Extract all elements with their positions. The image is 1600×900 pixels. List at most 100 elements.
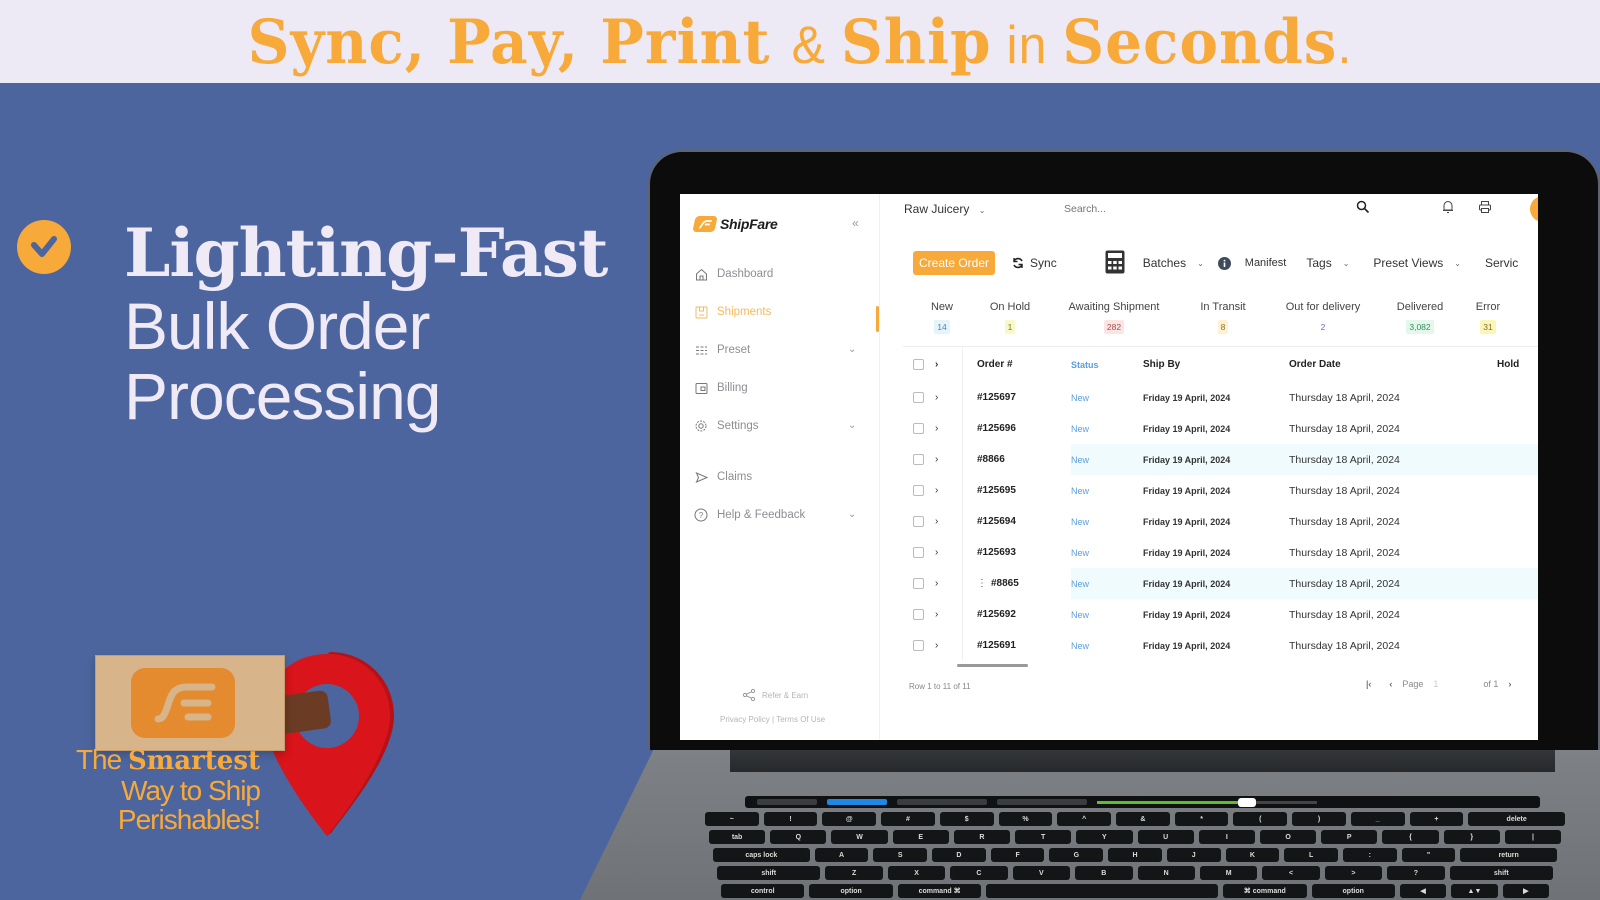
order-number[interactable]: #125694	[963, 516, 1071, 527]
expand-row-icon[interactable]: ›	[935, 423, 945, 434]
key[interactable]: I	[1198, 830, 1255, 844]
key[interactable]: R	[953, 830, 1011, 844]
key[interactable]: ◀	[1399, 884, 1447, 898]
key[interactable]: V	[1012, 866, 1071, 880]
privacy-policy-link[interactable]: Privacy Policy	[720, 715, 770, 724]
expand-row-icon[interactable]: ›	[935, 547, 945, 558]
expand-row-icon[interactable]: ›	[935, 392, 945, 403]
key[interactable]: B	[1075, 866, 1133, 880]
sidebar-item-claims[interactable]: Claims	[694, 470, 752, 484]
col-status[interactable]: Status	[1071, 360, 1143, 370]
key[interactable]: X	[887, 866, 946, 880]
key[interactable]: C	[950, 866, 1008, 880]
drag-handle-icon[interactable]: ⋮	[977, 578, 987, 589]
key[interactable]: delete	[1468, 812, 1566, 826]
touch-bar[interactable]	[745, 796, 1540, 808]
table-row[interactable]: › #125692 New Friday 19 April, 2024 Thursday…	[903, 599, 1538, 630]
key[interactable]: E	[892, 830, 949, 844]
expand-row-icon[interactable]: ›	[935, 454, 945, 465]
key[interactable]: ?	[1387, 866, 1445, 880]
key[interactable]: K	[1225, 848, 1280, 862]
expand-row-icon[interactable]: ›	[935, 640, 945, 651]
key[interactable]: option	[809, 884, 893, 898]
key[interactable]: )	[1292, 812, 1346, 826]
key[interactable]: A	[814, 848, 869, 862]
user-avatar[interactable]	[1530, 196, 1538, 222]
key[interactable]: command ⌘	[897, 884, 982, 898]
expand-row-icon[interactable]: ›	[935, 609, 945, 620]
key[interactable]: ~	[704, 812, 759, 826]
order-number[interactable]: ⋮ #8865	[963, 578, 1071, 589]
key[interactable]: *	[1174, 812, 1229, 826]
collapse-sidebar-icon[interactable]: «	[852, 216, 859, 230]
row-checkbox[interactable]	[913, 578, 924, 589]
chevron-down-icon[interactable]: ⌄	[848, 509, 856, 520]
key[interactable]: return	[1460, 848, 1558, 862]
key[interactable]: ⌘ command	[1223, 884, 1307, 898]
select-all-checkbox[interactable]	[913, 359, 924, 370]
status-tab-error[interactable]: Error 31	[1462, 301, 1514, 334]
table-row[interactable]: › #125694 New Friday 19 April, 2024 Thursday…	[903, 506, 1538, 537]
row-checkbox[interactable]	[913, 516, 924, 527]
col-hold[interactable]: Hold	[1497, 359, 1537, 370]
key[interactable]: tab	[708, 830, 766, 844]
key[interactable]: H	[1108, 848, 1162, 862]
key[interactable]: caps lock	[712, 848, 810, 862]
key[interactable]: +	[1409, 812, 1464, 826]
key[interactable]: ▶	[1502, 884, 1550, 898]
key[interactable]: :	[1342, 848, 1397, 862]
touchbar-slider[interactable]	[1097, 797, 1317, 807]
next-page-icon[interactable]: ›	[1508, 679, 1511, 689]
table-row[interactable]: › #8866 New Friday 19 April, 2024 Thursday 1…	[903, 444, 1538, 475]
table-row[interactable]: › ⋮ #8865 New Friday 19 April, 2024 Thursday …	[903, 568, 1538, 599]
order-number[interactable]: #125695	[963, 485, 1071, 496]
status-tab-awaiting-shipment[interactable]: Awaiting Shipment 282	[1050, 301, 1178, 334]
key[interactable]: option	[1311, 884, 1395, 898]
horizontal-scrollbar[interactable]	[957, 664, 1028, 667]
touchbar-cancel-button[interactable]	[757, 799, 817, 805]
key[interactable]: L	[1284, 848, 1338, 862]
tags-dropdown[interactable]: Tags ⌄	[1306, 256, 1349, 270]
store-selector[interactable]: Raw Juicery ⌄	[904, 202, 985, 216]
key[interactable]: >	[1324, 866, 1383, 880]
key[interactable]: }	[1443, 830, 1500, 844]
key[interactable]: !	[763, 812, 818, 826]
sync-button[interactable]: Sync	[1011, 256, 1057, 270]
key[interactable]: W	[831, 830, 888, 844]
sidebar-item-shipments[interactable]: Shipments	[694, 305, 771, 319]
sidebar-item-preset[interactable]: Preset	[694, 343, 750, 357]
row-checkbox[interactable]	[913, 392, 924, 403]
refer-earn-link[interactable]: Refer & Earn	[742, 688, 808, 702]
expand-all-icon[interactable]: ›	[935, 359, 945, 370]
first-page-icon[interactable]: |‹	[1366, 679, 1371, 689]
table-row[interactable]: › #125691 New Friday 19 April, 2024 Thursday…	[903, 630, 1538, 661]
row-checkbox[interactable]	[913, 423, 924, 434]
key[interactable]	[986, 884, 1219, 898]
calculator-icon[interactable]	[1105, 250, 1125, 277]
row-checkbox[interactable]	[913, 640, 924, 651]
printer-icon[interactable]	[1478, 200, 1492, 217]
key[interactable]: "	[1401, 848, 1456, 862]
row-checkbox[interactable]	[913, 485, 924, 496]
touchbar-memorable-button[interactable]	[997, 799, 1087, 805]
touchbar-random-button[interactable]	[897, 799, 987, 805]
order-number[interactable]: #125692	[963, 609, 1071, 620]
col-order[interactable]: Order #	[963, 359, 1071, 370]
order-number[interactable]: #8866	[963, 454, 1071, 465]
key[interactable]: Z	[825, 866, 883, 880]
key[interactable]: #	[881, 812, 935, 826]
batches-dropdown[interactable]: Batches ⌄	[1143, 256, 1204, 270]
key[interactable]: <	[1262, 866, 1320, 880]
key[interactable]: &	[1116, 812, 1170, 826]
sidebar-item-settings[interactable]: Settings	[694, 419, 759, 433]
expand-row-icon[interactable]: ›	[935, 516, 945, 527]
key[interactable]: (	[1233, 812, 1288, 826]
key[interactable]: O	[1259, 830, 1317, 844]
create-order-button[interactable]: Create Order	[913, 251, 996, 275]
table-row[interactable]: › #125695 New Friday 19 April, 2024 Thursday…	[903, 475, 1538, 506]
key[interactable]: shift	[717, 866, 821, 880]
key[interactable]: M	[1199, 866, 1258, 880]
services-dropdown[interactable]: Servic	[1485, 256, 1518, 270]
table-row[interactable]: › #125697 New Friday 19 April, 2024 Thursday…	[903, 382, 1538, 413]
row-checkbox[interactable]	[913, 547, 924, 558]
